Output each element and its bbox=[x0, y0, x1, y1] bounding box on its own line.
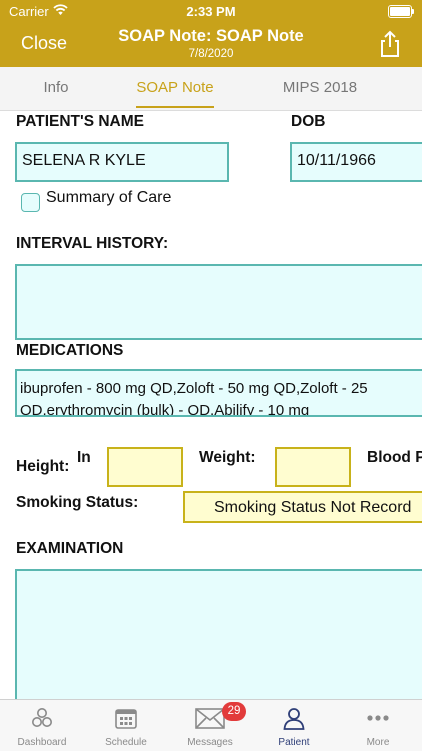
battery-icon bbox=[388, 5, 414, 18]
patient-name-field[interactable]: SELENA R KYLE bbox=[15, 142, 229, 182]
smoking-status-value: Smoking Status Not Record bbox=[214, 499, 412, 516]
medications-line-1: ibuprofen - 800 mg QD,Zoloft - 50 mg QD,… bbox=[20, 380, 368, 397]
tabbar-messages-label: Messages bbox=[187, 737, 233, 748]
tabbar-dashboard-label: Dashboard bbox=[17, 737, 67, 748]
height-label: Height: bbox=[16, 458, 70, 475]
patient-name-label: PATIENT'S NAME bbox=[16, 113, 144, 130]
page-subtitle-date: 7/8/2020 bbox=[188, 48, 234, 60]
weight-label: Weight: bbox=[199, 449, 256, 466]
navigation-header: Carrier 2:33 PM Close SOAP Note: SOAP No… bbox=[0, 0, 422, 67]
dob-field[interactable]: 10/11/1966 bbox=[290, 142, 422, 182]
envelope-icon bbox=[195, 708, 225, 729]
smoking-status-select[interactable]: Smoking Status Not Record bbox=[183, 491, 422, 523]
medications-line-2: QD,erythromycin (bulk) - QD,Abilify - 10… bbox=[20, 402, 310, 417]
active-tab-indicator bbox=[136, 106, 214, 108]
dob-label: DOB bbox=[291, 113, 326, 130]
blood-pressure-label: Blood P bbox=[367, 449, 422, 466]
smoking-status-label: Smoking Status: bbox=[16, 494, 139, 511]
tabbar-schedule-label: Schedule bbox=[105, 737, 147, 748]
medications-field[interactable]: ibuprofen - 800 mg QD,Zoloft - 50 mg QD,… bbox=[15, 369, 422, 417]
tabbar-more-label: More bbox=[366, 737, 390, 748]
interval-history-label: INTERVAL HISTORY: bbox=[16, 235, 169, 252]
person-icon bbox=[283, 708, 305, 730]
tabbar-patient-label: Patient bbox=[278, 737, 310, 748]
tabbar-schedule[interactable]: Schedule bbox=[84, 700, 168, 751]
tab-info[interactable]: Info bbox=[0, 67, 112, 110]
height-input[interactable] bbox=[107, 447, 183, 487]
tabbar-patient[interactable]: Patient bbox=[252, 700, 336, 751]
segment-tabs: Info SOAP Note MIPS 2018 bbox=[0, 67, 422, 111]
tabbar-more[interactable]: More bbox=[336, 700, 420, 751]
medications-label: MEDICATIONS bbox=[16, 342, 124, 359]
share-icon[interactable] bbox=[379, 30, 401, 58]
tabbar-dashboard[interactable]: Dashboard bbox=[0, 700, 84, 751]
bottom-tab-bar: Dashboard Schedule Messages 29 Patient M… bbox=[0, 699, 422, 751]
tab-mips-2018[interactable]: MIPS 2018 bbox=[250, 67, 390, 110]
page-title: SOAP Note: SOAP Note bbox=[118, 27, 304, 45]
weight-input[interactable] bbox=[275, 447, 351, 487]
status-bar: Carrier 2:33 PM bbox=[0, 0, 422, 22]
status-time: 2:33 PM bbox=[186, 4, 236, 19]
calendar-icon bbox=[115, 709, 137, 729]
tab-soap-note[interactable]: SOAP Note bbox=[116, 67, 234, 110]
dashboard-icon bbox=[32, 708, 52, 727]
interval-history-field[interactable] bbox=[15, 264, 422, 340]
patient-name-value: SELENA R KYLE bbox=[22, 152, 146, 169]
examination-field[interactable] bbox=[15, 569, 422, 709]
messages-count-badge: 29 bbox=[222, 702, 246, 721]
examination-label: EXAMINATION bbox=[16, 540, 124, 557]
summary-of-care-checkbox[interactable] bbox=[21, 193, 40, 212]
more-dots-icon bbox=[367, 715, 389, 721]
summary-of-care-label: Summary of Care bbox=[46, 189, 172, 206]
dob-value: 10/11/1966 bbox=[297, 152, 376, 169]
height-unit-label: In bbox=[77, 449, 91, 466]
